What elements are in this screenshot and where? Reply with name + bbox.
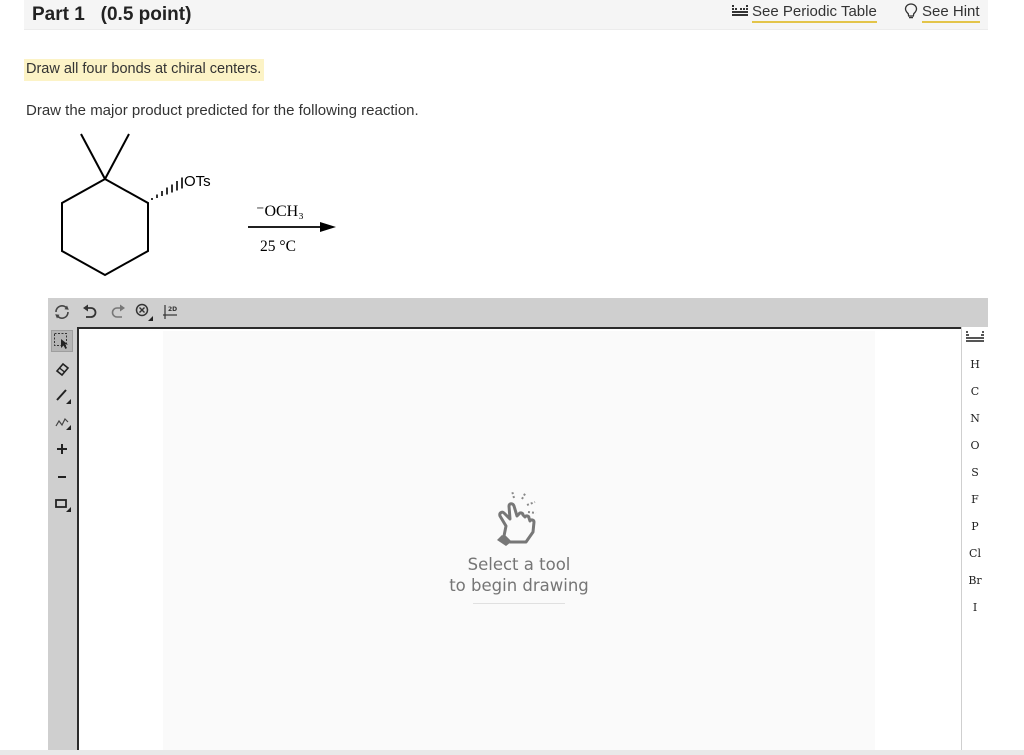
placeholder-line-1: Select a tool: [467, 555, 571, 574]
cyclohexane-ring: [61, 133, 149, 277]
reaction-arrow: [248, 222, 336, 232]
reaction-scheme: OTs ⁻OCH₃ 25 °C: [40, 128, 360, 283]
eraser-icon[interactable]: [51, 358, 73, 380]
element-n-button[interactable]: N: [962, 408, 988, 430]
periodic-table-button-icon[interactable]: [962, 330, 988, 352]
condition-label: 25 °C: [260, 238, 296, 255]
left-toolbar: [48, 328, 76, 755]
element-i-button[interactable]: I: [962, 597, 988, 619]
periodic-table-icon: [732, 4, 748, 22]
element-br-button[interactable]: Br: [962, 570, 988, 592]
pointing-hand-icon: [497, 490, 537, 546]
lightbulb-icon: [904, 3, 918, 23]
bond-tool-icon[interactable]: [51, 384, 73, 406]
shape-tool-icon[interactable]: [51, 492, 73, 514]
element-toolbar: H C N O S F P Cl Br I: [961, 327, 988, 755]
element-f-button[interactable]: F: [962, 489, 988, 511]
top-toolbar: 2D: [48, 298, 988, 326]
empty-canvas-message: Select a tool to begin drawing: [163, 486, 875, 604]
hint-link[interactable]: See Hint: [904, 3, 980, 23]
canvas-area[interactable]: Select a tool to begin drawing: [163, 331, 875, 755]
drawing-editor: 2D Select a tool to begin drawing H C N …: [48, 298, 988, 755]
chain-tool-icon[interactable]: [51, 410, 73, 432]
placeholder-divider: [473, 603, 565, 604]
part-title: Part 1 (0.5 point): [32, 4, 192, 25]
element-p-button[interactable]: P: [962, 516, 988, 538]
periodic-table-link[interactable]: See Periodic Table: [732, 3, 877, 23]
chiral-instruction: Draw all four bonds at chiral centers.: [24, 59, 265, 81]
question-text: Draw the major product predicted for the…: [26, 102, 419, 119]
hint-label: See Hint: [922, 3, 980, 23]
bottom-divider: [0, 750, 1024, 755]
ots-label: OTs: [184, 173, 211, 190]
redo-icon[interactable]: [108, 302, 128, 322]
svg-text:2D: 2D: [168, 306, 177, 313]
element-o-button[interactable]: O: [962, 435, 988, 457]
2d-template-icon[interactable]: 2D: [162, 302, 182, 322]
select-tool-icon[interactable]: [51, 330, 73, 352]
undo-icon[interactable]: [80, 302, 100, 322]
part-header: Part 1 (0.5 point) See Periodic Table Se…: [24, 0, 988, 30]
element-s-button[interactable]: S: [962, 462, 988, 484]
element-c-button[interactable]: C: [962, 381, 988, 403]
hashed-wedge-bond: [151, 177, 183, 200]
reagent-label: ⁻OCH₃: [256, 203, 304, 220]
plus-charge-icon[interactable]: [51, 438, 73, 460]
periodic-table-label: See Periodic Table: [752, 3, 877, 23]
placeholder-line-2: to begin drawing: [449, 576, 589, 595]
minus-charge-icon[interactable]: [51, 466, 73, 488]
clear-icon[interactable]: [52, 302, 72, 322]
element-cl-button[interactable]: Cl: [962, 543, 988, 565]
zoom-icon[interactable]: [134, 302, 154, 322]
drawing-canvas[interactable]: Select a tool to begin drawing: [77, 327, 961, 755]
element-h-button[interactable]: H: [962, 354, 988, 376]
